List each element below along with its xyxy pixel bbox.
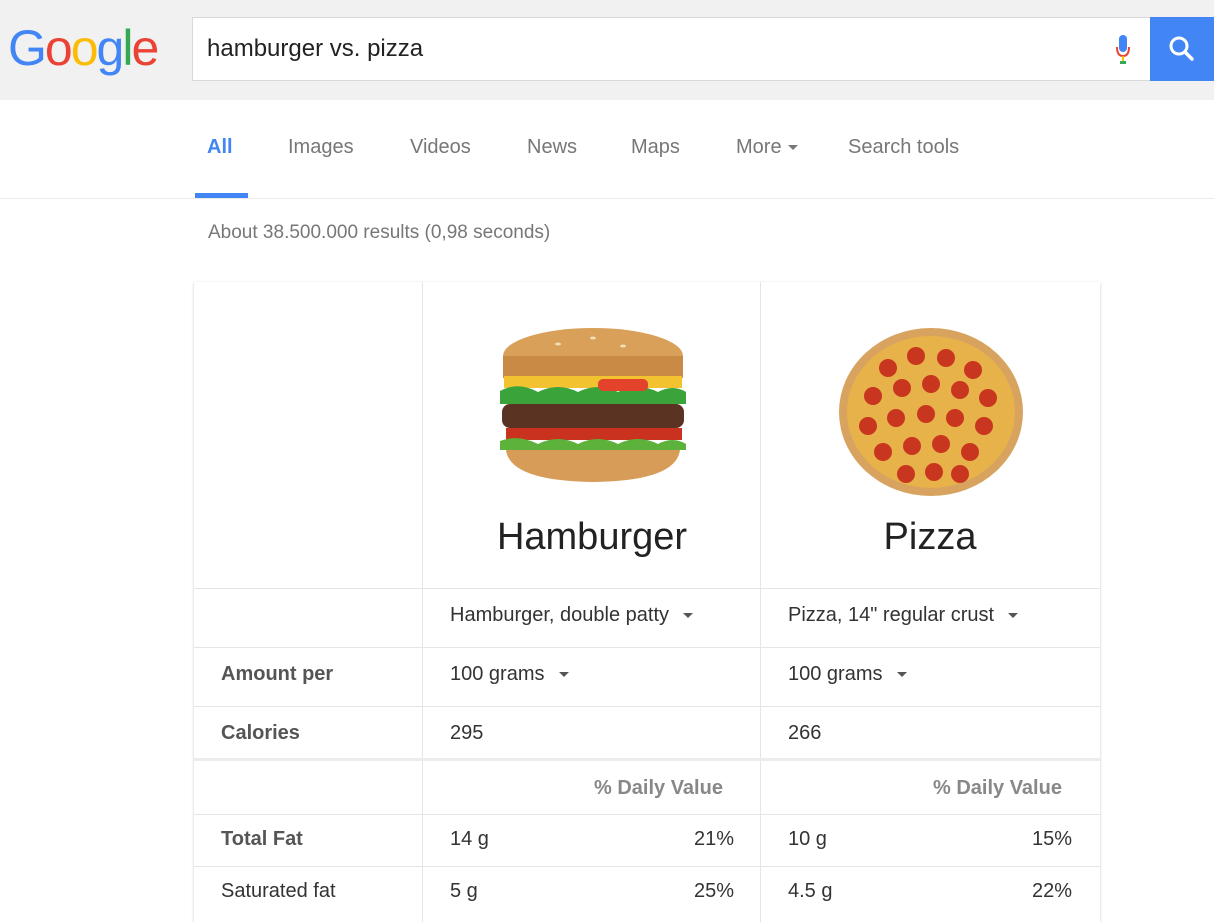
google-logo[interactable]: Google [8,18,159,78]
tab-more-label: More [736,136,782,158]
tab-news[interactable]: News [527,136,577,159]
tab-videos[interactable]: Videos [410,136,471,159]
column-divider [760,282,761,922]
variant-select-pizza[interactable]: Pizza, 14" regular crust [788,604,1019,627]
total-fat-pct-pizza: 15% [1031,828,1072,850]
search-icon [1169,36,1194,61]
amount-label: 100 grams [450,663,545,685]
variant-label: Hamburger, double patty [450,604,670,626]
row-divider [194,588,1100,589]
search-box[interactable] [192,17,1150,81]
tab-more[interactable]: More [736,136,798,159]
total-fat-value-hamburger: 14 g [450,828,489,850]
variant-select-hamburger[interactable]: Hamburger, double patty [450,604,694,627]
saturated-fat-value-pizza: 4.5 g [788,880,833,902]
tab-images[interactable]: Images [288,136,354,159]
logo-letter: e [131,20,159,76]
logo-letter: o [70,20,99,76]
food-name-pizza: Pizza [883,516,977,558]
food-name-hamburger: Hamburger [496,516,688,558]
microphone-icon[interactable] [1116,35,1130,65]
hamburger-image[interactable] [498,326,688,486]
chevron-down-icon [1008,613,1019,619]
search-tabs: All Images Videos News Maps More Search … [0,100,1214,199]
amount-select-hamburger[interactable]: 100 grams [450,663,569,686]
chevron-down-icon [558,672,569,678]
search-header: Google [0,0,1214,100]
amount-select-pizza[interactable]: 100 grams [788,663,907,686]
active-tab-indicator [195,193,248,198]
logo-letter: o [44,20,73,76]
search-input[interactable] [207,18,1087,80]
saturated-fat-value-hamburger: 5 g [450,880,478,902]
chevron-down-icon [896,672,907,678]
saturated-fat-pct-pizza: 22% [1031,880,1072,902]
tab-search-tools[interactable]: Search tools [848,136,959,159]
section-divider [194,758,1100,761]
chevron-down-icon [683,613,694,619]
total-fat-value-pizza: 10 g [788,828,827,850]
logo-letter: g [96,20,125,76]
row-divider [194,706,1100,707]
daily-value-header-hamburger: % Daily Value [594,777,723,799]
saturated-fat-pct-hamburger: 25% [693,880,734,902]
results-count: About 38.500.000 results (0,98 seconds) [208,222,551,243]
tab-maps[interactable]: Maps [631,136,680,159]
chevron-down-icon [787,145,798,151]
daily-value-header-pizza: % Daily Value [933,777,1062,799]
tab-all[interactable]: All [207,136,233,159]
search-button[interactable] [1150,17,1214,81]
calories-label: Calories [221,722,300,744]
pizza-image[interactable] [838,328,1024,498]
logo-letter: G [8,20,47,76]
row-divider [194,647,1100,648]
amount-per-label: Amount per [221,663,334,685]
logo-letter: l [122,20,133,76]
nutrition-comparison-card: Hamburger Pizza Hamburger, double patty … [194,282,1100,922]
calories-value-pizza: 266 [788,722,822,744]
variant-label: Pizza, 14" regular crust [788,604,995,626]
total-fat-label: Total Fat [221,828,303,850]
amount-label: 100 grams [788,663,883,685]
row-divider [194,814,1100,815]
calories-value-hamburger: 295 [450,722,484,744]
column-divider [422,282,423,922]
row-divider [194,866,1100,867]
saturated-fat-label: Saturated fat [221,880,336,902]
total-fat-pct-hamburger: 21% [693,828,734,850]
